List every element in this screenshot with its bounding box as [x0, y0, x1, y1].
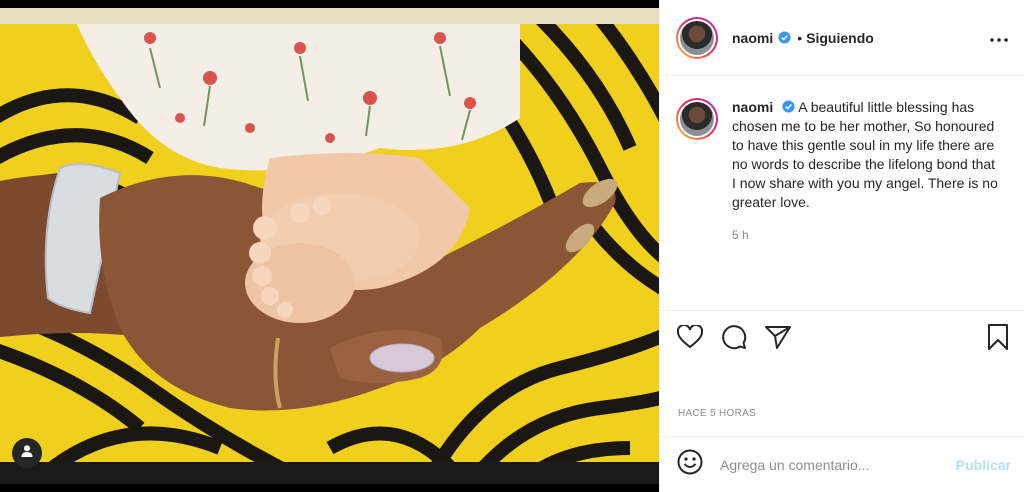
post-date[interactable]: HACE 5 HORAS	[678, 408, 756, 419]
caption-verified-badge-icon	[782, 99, 795, 113]
heart-icon	[676, 323, 704, 354]
user-tag-icon	[20, 444, 34, 463]
smiley-icon	[677, 449, 703, 480]
post-header: naomi • Siguiendo	[660, 0, 1024, 76]
comment-input[interactable]	[720, 456, 940, 473]
baby-feet-in-hand-photo	[0, 8, 659, 484]
photo-bottom-band	[0, 462, 659, 484]
paper-plane-icon	[765, 325, 791, 354]
photo-top-band	[0, 8, 659, 24]
user-tag-button[interactable]	[12, 438, 42, 468]
more-options-icon	[990, 29, 1008, 47]
verified-badge-icon	[778, 31, 791, 44]
caption-username[interactable]: naomi	[732, 99, 773, 115]
emoji-button[interactable]	[676, 449, 704, 480]
header-username[interactable]: naomi	[732, 30, 773, 46]
comment-button[interactable]	[720, 324, 748, 355]
follow-status-button[interactable]: Siguiendo	[806, 30, 874, 46]
bookmark-icon	[987, 323, 1009, 355]
post-actions-bar	[660, 310, 1024, 366]
comment-bubble-icon	[721, 324, 747, 355]
avatar[interactable]	[676, 16, 718, 59]
more-options-button[interactable]	[987, 26, 1011, 50]
post-caption: naomi A beautiful little blessing has ch…	[676, 98, 1016, 245]
post-photo-panel	[0, 0, 659, 492]
caption-body: naomi A beautiful little blessing has ch…	[732, 98, 1002, 245]
caption-avatar[interactable]	[676, 98, 718, 140]
caption-text: A beautiful little blessing has chosen m…	[732, 99, 998, 210]
post-photo[interactable]	[0, 8, 659, 484]
caption-timestamp[interactable]: 5 h	[732, 226, 1002, 245]
publish-comment-button[interactable]: Publicar	[956, 457, 1011, 473]
add-comment-bar: Publicar	[660, 436, 1024, 492]
avatar-image	[680, 20, 714, 55]
caption-avatar-image	[680, 102, 714, 136]
like-button[interactable]	[676, 323, 704, 354]
share-button[interactable]	[764, 325, 792, 353]
header-separator: •	[797, 29, 803, 46]
save-button[interactable]	[984, 323, 1012, 355]
post-details-panel: naomi • Siguiendo naomi A beautiful litt…	[659, 0, 1024, 492]
